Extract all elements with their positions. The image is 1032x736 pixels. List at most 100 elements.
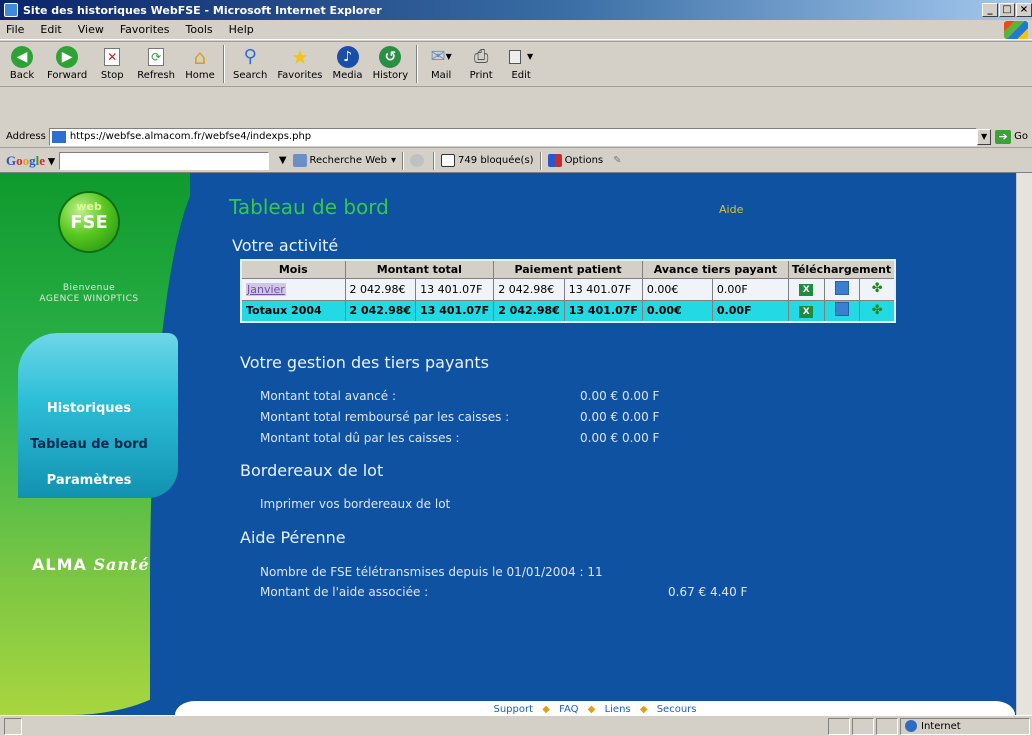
- forward-label: Forward: [47, 70, 88, 81]
- status-pane: [828, 717, 850, 735]
- binoculars-icon: [292, 154, 307, 167]
- totals-download-sheet-button[interactable]: [823, 299, 861, 323]
- google-options-button[interactable]: Options: [547, 154, 604, 167]
- google-pagerank-icon[interactable]: [410, 154, 427, 167]
- help-link[interactable]: Aide: [719, 203, 743, 216]
- status-pane: [852, 717, 874, 735]
- footer-liens-link[interactable]: Liens: [605, 704, 631, 715]
- print-label: Print: [469, 70, 493, 81]
- google-dropdown-button[interactable]: ▼: [279, 155, 287, 166]
- go-label: Go: [1014, 131, 1028, 142]
- address-dropdown-button[interactable]: ▼: [977, 128, 992, 145]
- menu-favorites[interactable]: Favorites: [112, 23, 178, 36]
- google-search-input[interactable]: [58, 151, 269, 170]
- mail-icon: ✉: [430, 46, 446, 67]
- tiers-line-du: Montant total dû par les caisses :: [260, 431, 460, 445]
- forward-button[interactable]: ▶ Forward: [42, 42, 92, 81]
- excel-icon: X: [799, 284, 814, 296]
- menu-tools[interactable]: Tools: [178, 23, 221, 36]
- minimize-button[interactable]: _: [982, 3, 998, 17]
- tiers-value-du: 0.00 € 0.00 F: [580, 431, 660, 445]
- history-button[interactable]: ↺ History: [368, 42, 414, 81]
- menu-help[interactable]: Help: [221, 23, 262, 36]
- favorites-label: Favorites: [277, 70, 323, 81]
- col-mois: Mois: [240, 259, 346, 279]
- history-icon: ↺: [379, 46, 402, 68]
- close-button[interactable]: ×: [1016, 3, 1032, 17]
- highlight-pen-icon[interactable]: ✎: [613, 155, 621, 166]
- favorites-star-icon: ★: [290, 45, 309, 69]
- table-header-row: Mois Montant total Paiement patient Avan…: [240, 259, 896, 279]
- options-label: Options: [564, 155, 604, 166]
- patient-eur-cell: 2 042.98€: [493, 277, 565, 301]
- edit-button[interactable]: ▼ Edit: [501, 42, 541, 81]
- webfse-logo: web FSE: [60, 193, 118, 251]
- spreadsheet-icon: [834, 302, 849, 317]
- title-bar: Site des historiques WebFSE - Microsoft …: [0, 0, 1032, 20]
- google-logo[interactable]: Google ▾: [6, 153, 55, 169]
- window-title: Site des historiques WebFSE - Microsoft …: [23, 3, 382, 17]
- footer-links: Support ◆ FAQ ◆ Liens ◆ Secours: [175, 701, 1015, 715]
- welcome-text: Bienvenue AGENCE WINOPTICS: [0, 283, 178, 305]
- menu-edit[interactable]: Edit: [32, 23, 69, 36]
- nav-tableau-de-bord[interactable]: Tableau de bord: [0, 437, 178, 452]
- google-search-web-button[interactable]: Recherche Web ▾: [292, 154, 396, 167]
- globe-icon: [905, 720, 917, 732]
- aide-line-fse-count: Nombre de FSE télétransmises depuis le 0…: [260, 565, 603, 579]
- totals-download-excel-button[interactable]: X: [787, 299, 825, 323]
- security-zone[interactable]: Internet: [900, 717, 1030, 735]
- back-button[interactable]: ◀ Back: [2, 42, 42, 81]
- refresh-button[interactable]: ⟳ Refresh: [132, 42, 180, 81]
- activity-heading: Votre activité: [232, 236, 339, 255]
- footer-faq-link[interactable]: FAQ: [559, 704, 578, 715]
- totals-patient-eur: 2 042.98€: [493, 299, 565, 323]
- media-button[interactable]: ♪ Media: [328, 42, 368, 81]
- bordereaux-print-link[interactable]: Imprimer vos bordereaux de lot: [260, 497, 450, 511]
- ssl-lock-icon[interactable]: [876, 717, 898, 735]
- totals-advance-eur: 0.00€: [641, 299, 713, 323]
- totals-total-frf: 13 401.07F: [415, 299, 495, 323]
- status-bar: Internet: [0, 715, 1032, 736]
- favorites-button[interactable]: ★ Favorites: [272, 42, 327, 81]
- download-sheet-button[interactable]: [823, 277, 861, 301]
- status-text: [26, 718, 826, 735]
- nav-parametres[interactable]: Paramètres: [0, 473, 178, 488]
- page-icon: [51, 130, 66, 143]
- menu-bar: File Edit View Favorites Tools Help: [0, 20, 1032, 40]
- footer-secours-link[interactable]: Secours: [657, 704, 697, 715]
- popup-blocker-button[interactable]: 749 bloquée(s): [441, 154, 534, 167]
- totals-download-other-button[interactable]: ✤: [859, 299, 896, 323]
- edit-label: Edit: [511, 70, 531, 81]
- address-url: https://webfse.almacom.fr/webfse4/indexp…: [69, 131, 312, 142]
- home-button[interactable]: ⌂ Home: [180, 42, 220, 81]
- tiers-payants-heading: Votre gestion des tiers payants: [240, 353, 489, 372]
- agency-name: AGENCE WINOPTICS: [39, 294, 139, 304]
- windows-logo-icon: [1004, 21, 1028, 39]
- zone-label: Internet: [921, 720, 961, 732]
- popup-blocked-label: 749 bloquée(s): [458, 155, 534, 166]
- go-button[interactable]: ➔ Go: [995, 129, 1028, 144]
- search-button[interactable]: ⚲ Search: [228, 42, 272, 81]
- footer-bullet-icon: ◆: [542, 704, 550, 715]
- media-icon: ♪: [336, 46, 359, 68]
- edit-icon: [509, 50, 521, 64]
- download-other-button[interactable]: ✤: [859, 277, 896, 301]
- address-input[interactable]: https://webfse.almacom.fr/webfse4/indexp…: [48, 127, 978, 146]
- menu-view[interactable]: View: [70, 23, 112, 36]
- print-button[interactable]: ⎙ Print: [461, 42, 501, 81]
- address-label: Address: [6, 131, 46, 142]
- menu-file[interactable]: File: [0, 23, 32, 36]
- ie-page-icon: [4, 3, 18, 17]
- col-avance-tiers-payant: Avance tiers payant: [641, 259, 789, 279]
- forward-arrow-icon: ▶: [56, 46, 79, 68]
- vertical-scrollbar[interactable]: [1016, 173, 1032, 715]
- download-excel-button[interactable]: X: [787, 277, 825, 301]
- stop-label: Stop: [100, 70, 124, 81]
- mail-button[interactable]: ✉ ▼ Mail: [421, 42, 461, 81]
- nav-historiques[interactable]: Historiques: [0, 401, 178, 416]
- footer-support-link[interactable]: Support: [494, 704, 534, 715]
- maximize-button[interactable]: □: [999, 3, 1015, 17]
- stop-button[interactable]: ✕ Stop: [92, 42, 132, 81]
- col-paiement-patient: Paiement patient: [493, 259, 643, 279]
- month-link[interactable]: Janvier: [246, 282, 286, 296]
